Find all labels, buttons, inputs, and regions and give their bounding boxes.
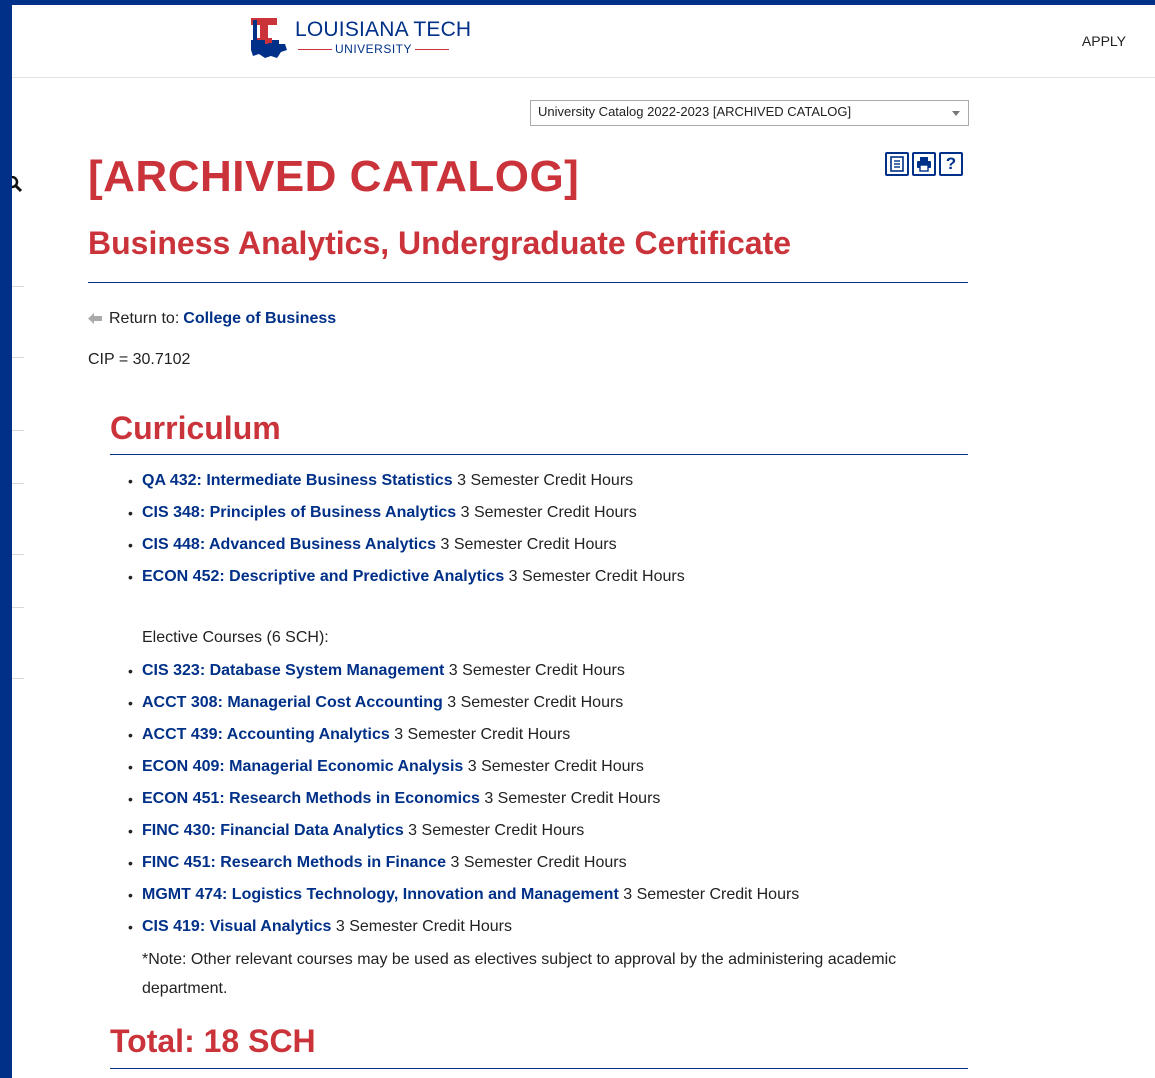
print-icon[interactable] (912, 152, 936, 176)
elective-course-list: CIS 323: Database System Management 3 Se… (128, 655, 800, 943)
course-item: ACCT 439: Accounting Analytics 3 Semeste… (128, 719, 799, 751)
curriculum-divider (110, 454, 968, 455)
university-logo[interactable]: LOUISIANA TECH UNIVERSITY (245, 16, 471, 62)
credit-hours: 3 Semester Credit Hours (508, 568, 685, 585)
course-item: FINC 430: Financial Data Analytics 3 Sem… (128, 815, 799, 847)
credit-hours: 3 Semester Credit Hours (484, 790, 661, 807)
course-link[interactable]: MGMT 474: Logistics Technology, Innovati… (142, 886, 619, 903)
course-link[interactable]: FINC 430: Financial Data Analytics (142, 822, 404, 839)
credit-hours: 3 Semester Credit Hours (408, 822, 585, 839)
logo-subtitle-row: UNIVERSITY (295, 42, 471, 56)
course-item: CIS 323: Database System Management 3 Se… (128, 655, 799, 687)
total-divider (110, 1068, 968, 1069)
required-course-list: QA 432: Intermediate Business Statistics… (128, 465, 685, 593)
back-arrow-icon (88, 311, 103, 327)
course-link[interactable]: CIS 348: Principles of Business Analytic… (142, 504, 456, 521)
course-item: ECON 451: Research Methods in Economics … (128, 783, 799, 815)
apply-link[interactable]: APPLY (1082, 33, 1126, 49)
sidebar-divider (12, 286, 24, 287)
credit-hours: 3 Semester Credit Hours (447, 694, 624, 711)
course-item: QA 432: Intermediate Business Statistics… (128, 465, 685, 497)
sidebar-divider (12, 607, 24, 608)
course-link[interactable]: CIS 323: Database System Management (142, 662, 444, 679)
site-header: LOUISIANA TECH UNIVERSITY APPLY (12, 5, 1155, 78)
course-link[interactable]: ACCT 439: Accounting Analytics (142, 726, 390, 743)
document-icon[interactable] (885, 152, 909, 176)
total-heading: Total: 18 SCH (110, 1023, 316, 1059)
sidebar-divider (12, 554, 24, 555)
help-icon[interactable]: ? (939, 152, 963, 176)
course-item: CIS 419: Visual Analytics 3 Semester Cre… (128, 911, 799, 943)
logo-title: LOUISIANA TECH (295, 18, 472, 41)
catalog-select-value: University Catalog 2022-2023 [ARCHIVED C… (538, 104, 852, 119)
course-item: CIS 448: Advanced Business Analytics 3 S… (128, 529, 685, 561)
page-tools: ? (885, 152, 963, 176)
sidebar-divider (12, 483, 24, 484)
course-item: FINC 451: Research Methods in Finance 3 … (128, 847, 799, 879)
course-link[interactable]: CIS 419: Visual Analytics (142, 918, 331, 935)
college-of-business-link[interactable]: College of Business (183, 310, 336, 328)
page: LOUISIANA TECH UNIVERSITY APPLY Universi… (12, 5, 1155, 1078)
sidebar-divider (12, 430, 24, 431)
logo-subtitle: UNIVERSITY (335, 42, 413, 56)
archived-heading: [ARCHIVED CATALOG] (88, 152, 580, 201)
credit-hours: 3 Semester Credit Hours (450, 854, 627, 871)
louisiana-tech-logo-icon (251, 18, 287, 58)
catalog-select[interactable]: University Catalog 2022-2023 [ARCHIVED C… (530, 100, 969, 126)
credit-hours: 3 Semester Credit Hours (335, 918, 512, 935)
course-item: MGMT 474: Logistics Technology, Innovati… (128, 879, 800, 911)
course-item: CIS 348: Principles of Business Analytic… (128, 497, 685, 529)
sidebar-divider (12, 678, 24, 679)
course-link[interactable]: QA 432: Intermediate Business Statistics (142, 472, 453, 489)
course-link[interactable]: ACCT 308: Managerial Cost Accounting (142, 694, 443, 711)
credit-hours: 3 Semester Credit Hours (467, 758, 644, 775)
credit-hours: 3 Semester Credit Hours (394, 726, 571, 743)
elective-label: Elective Courses (6 SCH): (142, 629, 329, 646)
cip-code: CIP = 30.7102 (88, 351, 191, 368)
course-link[interactable]: FINC 451: Research Methods in Finance (142, 854, 446, 871)
title-divider (88, 282, 968, 283)
course-link[interactable]: ECON 409: Managerial Economic Analysis (142, 758, 463, 775)
credit-hours: 3 Semester Credit Hours (448, 662, 625, 679)
credit-hours: 3 Semester Credit Hours (623, 886, 800, 903)
course-link[interactable]: ECON 451: Research Methods in Economics (142, 790, 480, 807)
credit-hours: 3 Semester Credit Hours (460, 504, 637, 521)
elective-note: *Note: Other relevant courses may be use… (142, 951, 897, 997)
curriculum-heading: Curriculum (110, 410, 281, 446)
course-item: ACCT 308: Managerial Cost Accounting 3 S… (128, 687, 799, 719)
course-item: ECON 452: Descriptive and Predictive Ana… (128, 561, 685, 593)
sidebar-divider (12, 357, 24, 358)
return-prefix: Return to: (109, 310, 180, 327)
course-link[interactable]: ECON 452: Descriptive and Predictive Ana… (142, 568, 504, 585)
program-title: Business Analytics, Undergraduate Certif… (88, 225, 792, 261)
credit-hours: 3 Semester Credit Hours (457, 472, 634, 489)
course-link[interactable]: CIS 448: Advanced Business Analytics (142, 536, 436, 553)
search-icon[interactable] (12, 175, 24, 199)
chevron-down-icon (952, 111, 960, 116)
help-glyph: ? (945, 154, 957, 173)
course-item: ECON 409: Managerial Economic Analysis 3… (128, 751, 799, 783)
credit-hours: 3 Semester Credit Hours (440, 536, 617, 553)
return-breadcrumb: Return to: College of Business (88, 310, 336, 328)
